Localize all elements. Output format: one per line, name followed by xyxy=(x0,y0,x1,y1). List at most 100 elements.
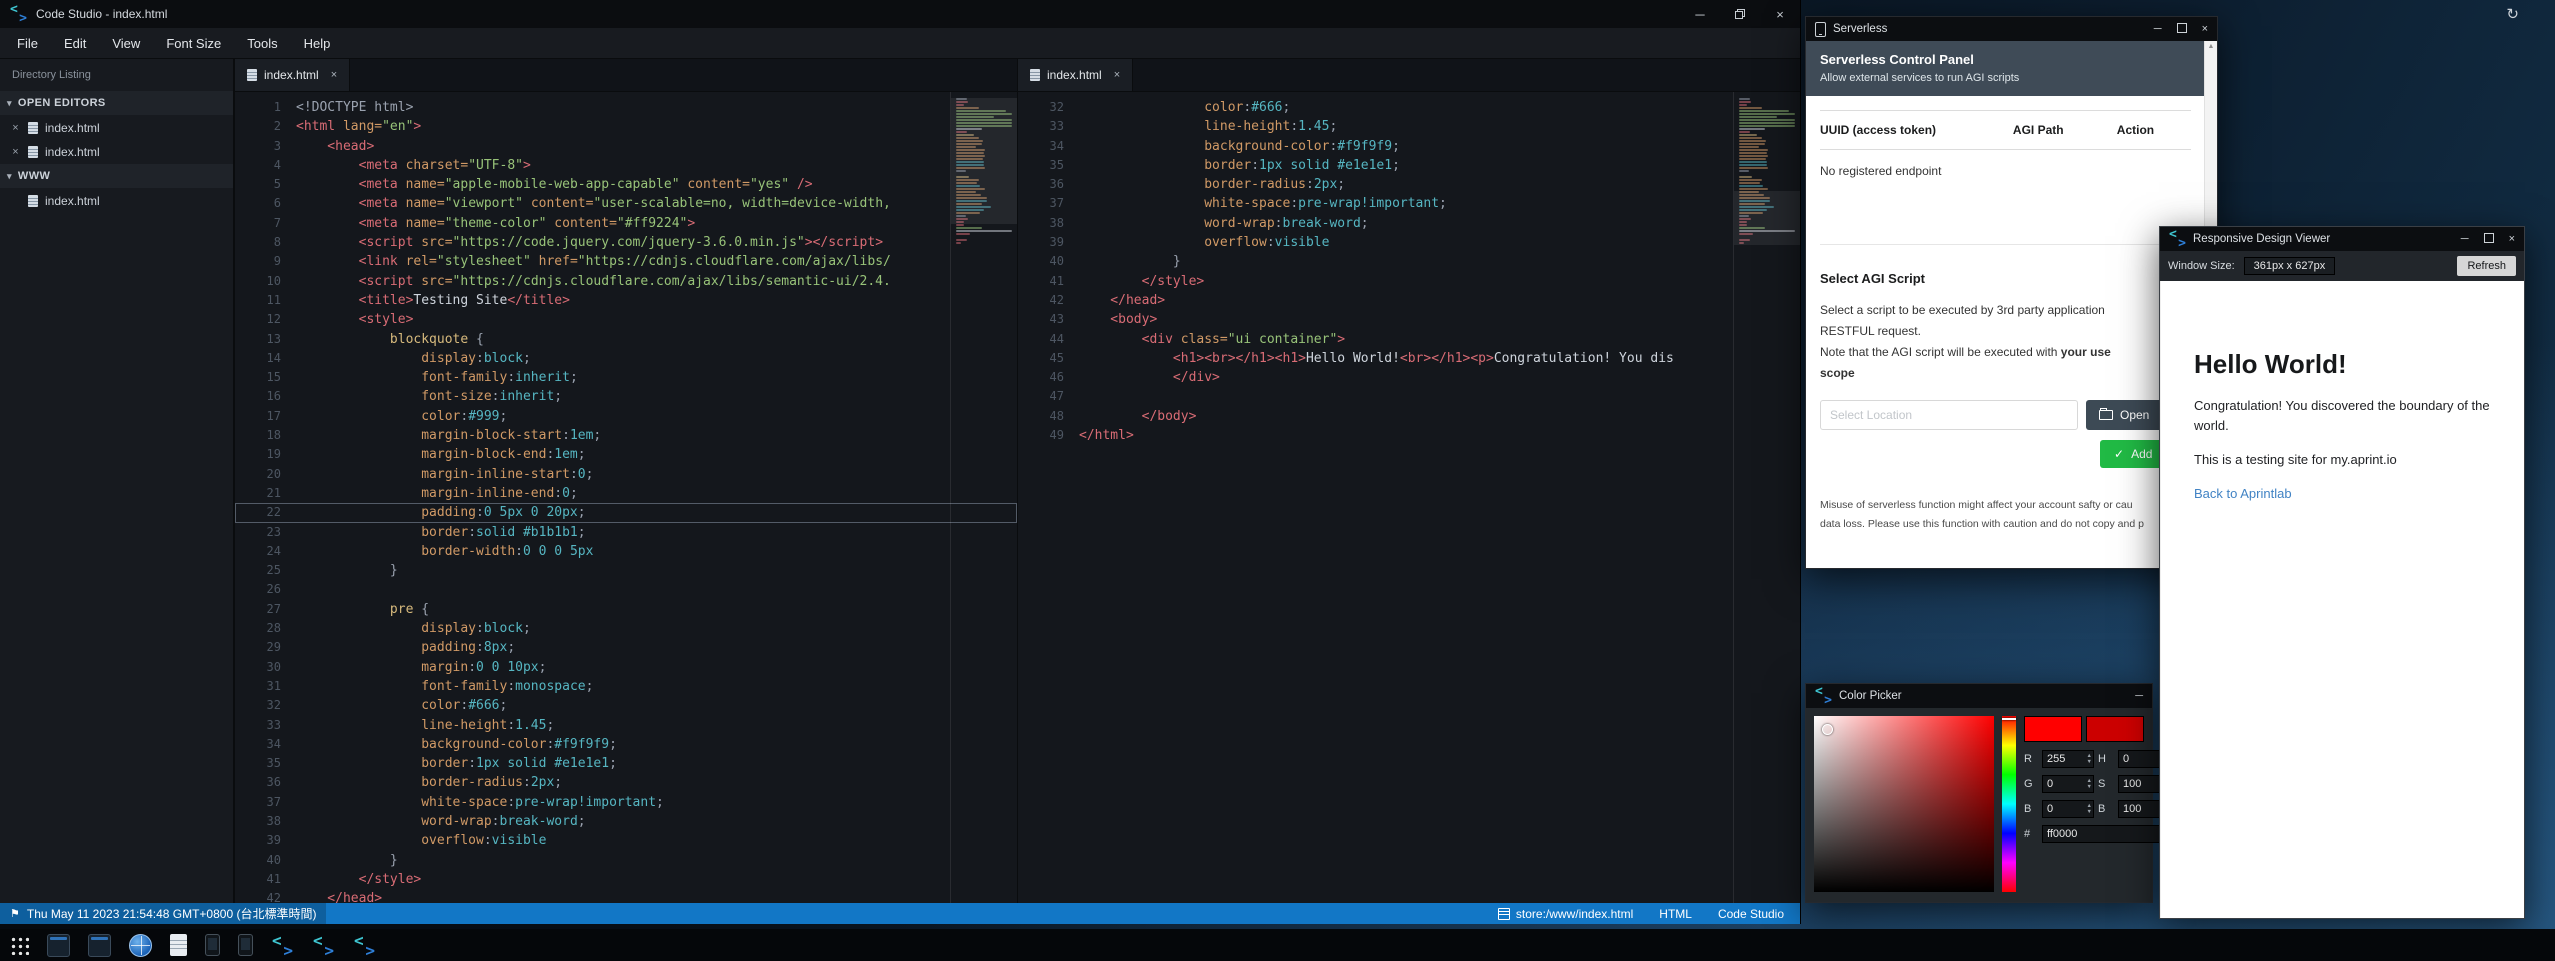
code-editor-right[interactable]: 32 color:#666;33 line-height:1.45;34 bac… xyxy=(1018,92,1800,903)
code-line[interactable]: 35 border:1px solid #e1e1e1; xyxy=(235,754,1017,773)
color-picker-minimize-button[interactable]: ─ xyxy=(2135,690,2143,702)
code-line[interactable]: 30 margin:0 0 10px; xyxy=(235,658,1017,677)
color-cursor[interactable] xyxy=(1822,724,1833,735)
code-line[interactable]: 15 font-family:inherit; xyxy=(235,368,1017,387)
tab-index-html[interactable]: index.html× xyxy=(235,59,350,91)
terminal-icon[interactable] xyxy=(47,934,70,957)
menu-item-tools[interactable]: Tools xyxy=(234,28,290,58)
code-line[interactable]: 12 <style> xyxy=(235,310,1017,329)
select-location-input[interactable] xyxy=(1820,400,2078,430)
restore-button[interactable] xyxy=(1720,0,1760,28)
code-line[interactable]: 34 background-color:#f9f9f9; xyxy=(1018,137,1800,156)
code-line[interactable]: 33 line-height:1.45; xyxy=(235,716,1017,735)
hue-slider[interactable] xyxy=(2002,716,2016,892)
code-line[interactable]: 3 <head> xyxy=(235,137,1017,156)
code-line[interactable]: 2<html lang="en"> xyxy=(235,117,1017,136)
minimap[interactable] xyxy=(950,92,1017,903)
code-line[interactable]: 34 background-color:#f9f9f9; xyxy=(235,735,1017,754)
status-language[interactable]: HTML xyxy=(1659,907,1692,921)
code-line[interactable]: 11 <title>Testing Site</title> xyxy=(235,291,1017,310)
close-file-icon[interactable]: × xyxy=(10,122,21,134)
section-header-open-editors[interactable]: ▾OPEN EDITORS xyxy=(0,91,233,115)
code-line[interactable]: 29 padding:8px; xyxy=(235,638,1017,657)
hex-input[interactable] xyxy=(2042,825,2170,843)
hue-thumb[interactable] xyxy=(2002,718,2016,720)
code-line[interactable]: 21 margin-inline-end:0; xyxy=(235,484,1017,503)
window-size-value[interactable]: 361px x 627px xyxy=(2244,257,2336,275)
document-icon[interactable] xyxy=(170,934,187,956)
sidebar-item-index-html[interactable]: ×index.html xyxy=(0,140,233,164)
code-line[interactable]: 46 </div> xyxy=(1018,368,1800,387)
sidebar-item-index-html[interactable]: ×index.html xyxy=(0,116,233,140)
serverless-close-button[interactable]: × xyxy=(2202,23,2208,35)
code-line[interactable]: 16 font-size:inherit; xyxy=(235,387,1017,406)
app-grid-icon[interactable] xyxy=(10,936,29,955)
viewer-minimize-button[interactable]: ─ xyxy=(2461,233,2469,245)
browser-icon[interactable] xyxy=(129,934,152,957)
code-studio-icon[interactable] xyxy=(312,934,335,957)
code-line[interactable]: 36 border-radius:2px; xyxy=(235,773,1017,792)
code-line[interactable]: 42 </head> xyxy=(235,889,1017,903)
scroll-up-icon[interactable]: ▲ xyxy=(2205,43,2217,50)
code-line[interactable]: 1<!DOCTYPE html> xyxy=(235,98,1017,117)
code-line[interactable]: 35 border:1px solid #e1e1e1; xyxy=(1018,156,1800,175)
code-line[interactable]: 45 <h1><br></h1><h1>Hello World!<br></h1… xyxy=(1018,349,1800,368)
code-line[interactable]: 41 </style> xyxy=(1018,272,1800,291)
code-line[interactable]: 7 <meta name="theme-color" content="#ff9… xyxy=(235,214,1017,233)
code-line[interactable]: 37 white-space:pre-wrap!important; xyxy=(235,793,1017,812)
menu-item-font-size[interactable]: Font Size xyxy=(153,28,234,58)
back-to-aprintlab-link[interactable]: Back to Aprintlab xyxy=(2194,486,2292,501)
code-line[interactable]: 17 color:#999; xyxy=(235,407,1017,426)
code-line[interactable]: 44 <div class="ui container"> xyxy=(1018,330,1800,349)
code-line[interactable]: 41 </style> xyxy=(235,870,1017,889)
code-line[interactable]: 27 pre { xyxy=(235,600,1017,619)
code-line[interactable]: 40 } xyxy=(235,851,1017,870)
tab-index-html[interactable]: index.html× xyxy=(1018,59,1133,91)
code-line[interactable]: 28 display:block; xyxy=(235,619,1017,638)
code-line[interactable]: 5 <meta name="apple-mobile-web-app-capab… xyxy=(235,175,1017,194)
menu-item-help[interactable]: Help xyxy=(291,28,344,58)
phone-icon[interactable] xyxy=(238,934,253,956)
code-editor-left[interactable]: 1<!DOCTYPE html>2<html lang="en">3 <head… xyxy=(235,92,1017,903)
minimap-viewport[interactable] xyxy=(1734,191,1800,245)
code-line[interactable]: 39 overflow:visible xyxy=(235,831,1017,850)
code-line[interactable]: 38 word-wrap:break-word; xyxy=(235,812,1017,831)
code-line[interactable]: 10 <script src="https://cdnjs.cloudflare… xyxy=(235,272,1017,291)
code-line[interactable]: 8 <script src="https://code.jquery.com/j… xyxy=(235,233,1017,252)
viewer-maximize-button[interactable] xyxy=(2484,233,2494,246)
sidebar-item-index-html[interactable]: index.html xyxy=(0,189,233,213)
menu-item-edit[interactable]: Edit xyxy=(51,28,99,58)
menu-item-view[interactable]: View xyxy=(99,28,153,58)
open-button[interactable]: Open xyxy=(2086,400,2162,430)
code-line[interactable]: 24 border-width:0 0 0 5px xyxy=(235,542,1017,561)
code-line[interactable]: 37 white-space:pre-wrap!important; xyxy=(1018,194,1800,213)
code-line[interactable]: 6 <meta name="viewport" content="user-sc… xyxy=(235,194,1017,213)
refresh-icon[interactable]: ↻ xyxy=(2506,7,2519,22)
terminal-icon[interactable] xyxy=(88,934,111,957)
minimize-button[interactable]: ─ xyxy=(1680,0,1720,28)
add-button[interactable]: ✓ Add xyxy=(2100,440,2166,468)
code-line[interactable]: 48 </body> xyxy=(1018,407,1800,426)
code-line[interactable]: 47 xyxy=(1018,387,1800,406)
minimap-viewport[interactable] xyxy=(951,98,1017,224)
code-line[interactable]: 4 <meta charset="UTF-8"> xyxy=(235,156,1017,175)
section-header-www[interactable]: ▾WWW xyxy=(0,164,233,188)
code-line[interactable]: 43 <body> xyxy=(1018,310,1800,329)
code-line[interactable]: 32 color:#666; xyxy=(1018,98,1800,117)
serverless-minimize-button[interactable]: ─ xyxy=(2154,23,2162,35)
code-line[interactable]: 36 border-radius:2px; xyxy=(1018,175,1800,194)
code-line[interactable]: 26 xyxy=(235,580,1017,599)
status-datetime[interactable]: ⚑ Thu May 11 2023 21:54:48 GMT+0800 (台北標… xyxy=(0,903,326,924)
saturation-brightness-field[interactable] xyxy=(1814,716,1994,892)
code-line[interactable]: 9 <link rel="stylesheet" href="https://c… xyxy=(235,252,1017,271)
phone-icon[interactable] xyxy=(205,934,220,956)
serverless-maximize-button[interactable] xyxy=(2177,23,2187,36)
code-line[interactable]: 19 margin-block-end:1em; xyxy=(235,445,1017,464)
status-file-path[interactable]: store:/www/index.html xyxy=(1498,907,1633,921)
close-button[interactable]: × xyxy=(1760,0,1800,28)
code-studio-icon[interactable] xyxy=(353,934,376,957)
menu-item-file[interactable]: File xyxy=(4,28,51,58)
code-line[interactable]: 31 font-family:monospace; xyxy=(235,677,1017,696)
close-tab-icon[interactable]: × xyxy=(1114,69,1120,81)
code-line[interactable]: 25 } xyxy=(235,561,1017,580)
